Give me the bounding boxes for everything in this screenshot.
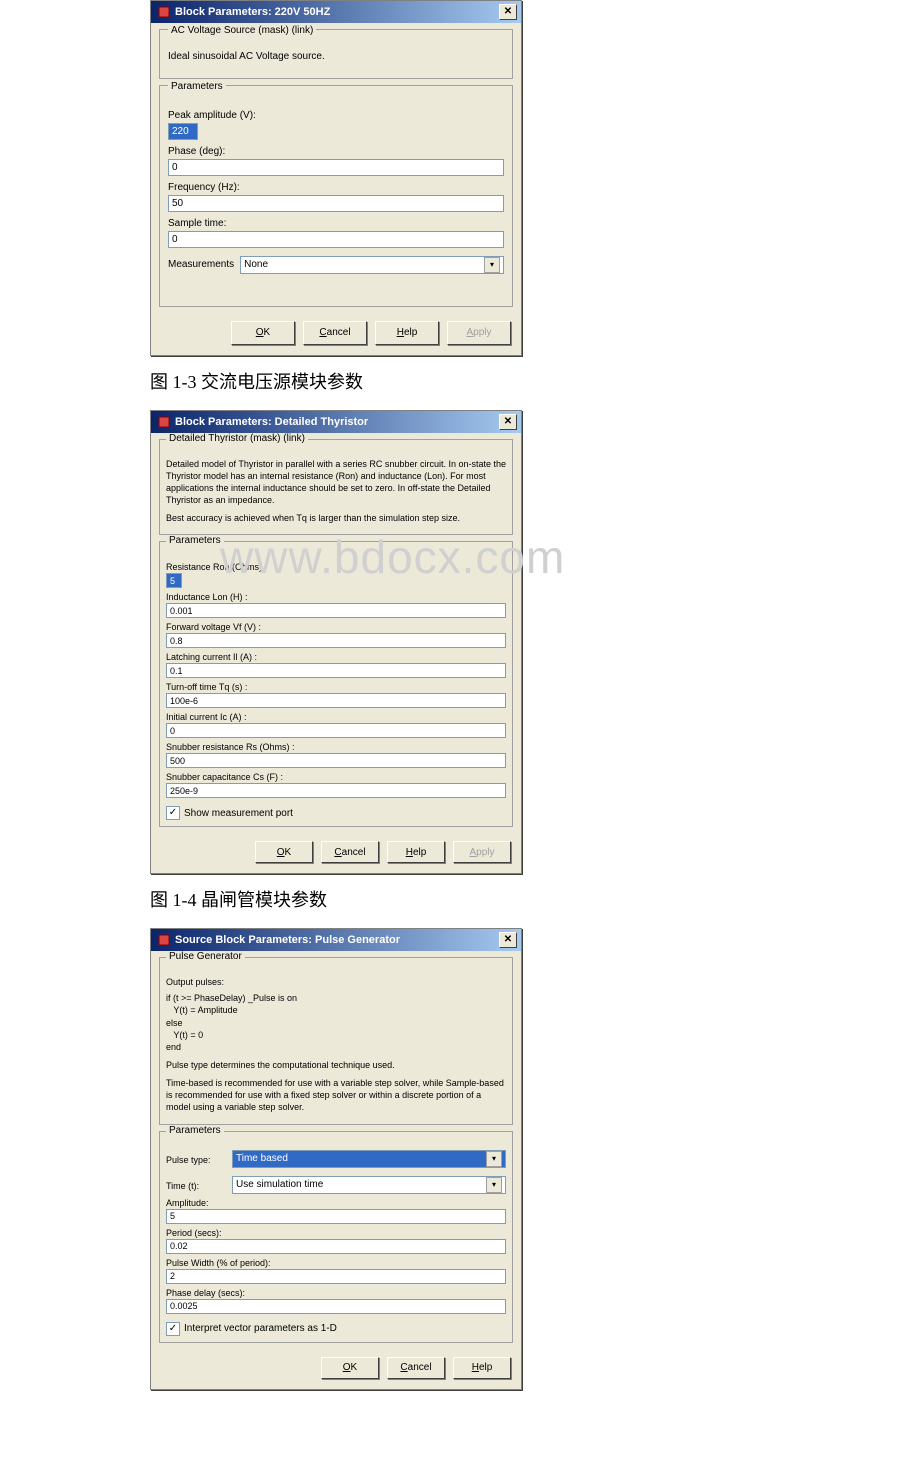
desc-line3: Time-based is recommended for use with a… [166, 1077, 506, 1113]
ron-input[interactable] [166, 573, 182, 588]
interp-checkbox[interactable]: ✓ [166, 1322, 180, 1336]
ron-label: Resistance Ron (Ohms) : [166, 562, 506, 572]
meas-dropdown[interactable]: None ▾ [240, 256, 504, 274]
desc-code: if (t >= PhaseDelay) _Pulse is on Y(t) =… [166, 992, 506, 1053]
pd-input[interactable] [166, 1299, 506, 1314]
chevron-down-icon: ▾ [486, 1177, 502, 1193]
desc-line1: Output pulses: [166, 976, 506, 988]
freq-input[interactable] [168, 195, 504, 212]
close-icon[interactable]: ✕ [499, 932, 517, 948]
params-legend: Parameters [166, 535, 224, 546]
dialog-title: Block Parameters: 220V 50HZ [175, 6, 495, 18]
peak-label: Peak amplitude (V): [168, 110, 504, 121]
help-button[interactable]: Help [453, 1357, 511, 1379]
mask-legend: AC Voltage Source (mask) (link) [168, 25, 316, 36]
close-icon[interactable]: ✕ [499, 4, 517, 20]
caption-1-3: 图 1-3 交流电压源模块参数 [150, 368, 920, 394]
il-input[interactable] [166, 663, 506, 678]
button-row: OK Cancel Help Apply [151, 313, 521, 355]
meas-value: None [244, 259, 268, 270]
caption-1-4: 图 1-4 晶闸管模块参数 [150, 886, 920, 912]
cancel-button[interactable]: Cancel [387, 1357, 445, 1379]
mask-section: AC Voltage Source (mask) (link) Ideal si… [159, 29, 513, 79]
rs-input[interactable] [166, 753, 506, 768]
button-row: OK Cancel Help [151, 1349, 521, 1389]
help-button[interactable]: Help [375, 321, 439, 345]
mask-desc: Ideal sinusoidal AC Voltage source. [168, 50, 504, 64]
app-icon [157, 415, 171, 429]
tq-input[interactable] [166, 693, 506, 708]
ok-button[interactable]: OK [255, 841, 313, 863]
parameters-section: Parameters Pulse type: Time based ▾ Time… [159, 1131, 513, 1343]
cs-label: Snubber capacitance Cs (F) : [166, 772, 506, 782]
phase-label: Phase (deg): [168, 146, 504, 157]
titlebar: Block Parameters: Detailed Thyristor ✕ [151, 411, 521, 433]
cs-input[interactable] [166, 783, 506, 798]
pw-input[interactable] [166, 1269, 506, 1284]
pd-label: Phase delay (secs): [166, 1288, 506, 1298]
dialog-title: Block Parameters: Detailed Thyristor [175, 416, 495, 428]
cancel-button[interactable]: Cancel [321, 841, 379, 863]
ptype-dropdown[interactable]: Time based ▾ [232, 1150, 506, 1168]
tq-label: Turn-off time Tq (s) : [166, 682, 506, 692]
sample-input[interactable] [168, 231, 504, 248]
mask-legend: Pulse Generator [166, 951, 245, 962]
amp-label: Amplitude: [166, 1198, 506, 1208]
ok-button[interactable]: OK [321, 1357, 379, 1379]
cancel-button[interactable]: Cancel [303, 321, 367, 345]
chevron-down-icon: ▾ [484, 257, 500, 273]
show-port-label: Show measurement port [184, 808, 293, 819]
meas-label: Measurements [168, 259, 234, 270]
peak-input[interactable] [168, 123, 198, 140]
ptype-value: Time based [236, 1153, 288, 1164]
mask-section: Pulse Generator Output pulses: if (t >= … [159, 957, 513, 1124]
help-button[interactable]: Help [387, 841, 445, 863]
il-label: Latching current Il (A) : [166, 652, 506, 662]
freq-label: Frequency (Hz): [168, 182, 504, 193]
lon-input[interactable] [166, 603, 506, 618]
chevron-down-icon: ▾ [486, 1151, 502, 1167]
params-legend: Parameters [166, 1125, 224, 1136]
period-input[interactable] [166, 1239, 506, 1254]
app-icon [157, 5, 171, 19]
vf-label: Forward voltage Vf (V) : [166, 622, 506, 632]
ptype-label: Pulse type: [166, 1155, 226, 1165]
button-row: OK Cancel Help Apply [151, 833, 521, 873]
vf-input[interactable] [166, 633, 506, 648]
show-port-checkbox[interactable]: ✓ [166, 806, 180, 820]
mask-section: Detailed Thyristor (mask) (link) Detaile… [159, 439, 513, 536]
dialog-title: Source Block Parameters: Pulse Generator [175, 934, 495, 946]
app-icon [157, 933, 171, 947]
apply-button[interactable]: Apply [447, 321, 511, 345]
ic-label: Initial current Ic (A) : [166, 712, 506, 722]
time-dropdown[interactable]: Use simulation time ▾ [232, 1176, 506, 1194]
parameters-section: Parameters Peak amplitude (V): Phase (de… [159, 85, 513, 307]
amp-input[interactable] [166, 1209, 506, 1224]
lon-label: Inductance Lon (H) : [166, 592, 506, 602]
pw-label: Pulse Width (% of period): [166, 1258, 506, 1268]
parameters-section: Parameters Resistance Ron (Ohms) : Induc… [159, 541, 513, 827]
time-value: Use simulation time [236, 1179, 323, 1190]
ic-input[interactable] [166, 723, 506, 738]
time-label: Time (t): [166, 1181, 226, 1191]
mask-desc1: Detailed model of Thyristor in parallel … [166, 458, 506, 507]
rs-label: Snubber resistance Rs (Ohms) : [166, 742, 506, 752]
close-icon[interactable]: ✕ [499, 414, 517, 430]
params-legend: Parameters [168, 81, 226, 92]
apply-button[interactable]: Apply [453, 841, 511, 863]
mask-desc2: Best accuracy is achieved when Tq is lar… [166, 512, 506, 524]
titlebar: Source Block Parameters: Pulse Generator… [151, 929, 521, 951]
interp-label: Interpret vector parameters as 1-D [184, 1323, 337, 1334]
dialog-thyristor: Block Parameters: Detailed Thyristor ✕ D… [150, 410, 522, 875]
dialog-pulse-generator: Source Block Parameters: Pulse Generator… [150, 928, 522, 1389]
phase-input[interactable] [168, 159, 504, 176]
period-label: Period (secs): [166, 1228, 506, 1238]
desc-line2: Pulse type determines the computational … [166, 1059, 506, 1071]
sample-label: Sample time: [168, 218, 504, 229]
titlebar: Block Parameters: 220V 50HZ ✕ [151, 1, 521, 23]
dialog-ac-voltage: Block Parameters: 220V 50HZ ✕ AC Voltage… [150, 0, 522, 356]
ok-button[interactable]: OK [231, 321, 295, 345]
mask-legend: Detailed Thyristor (mask) (link) [166, 433, 308, 444]
